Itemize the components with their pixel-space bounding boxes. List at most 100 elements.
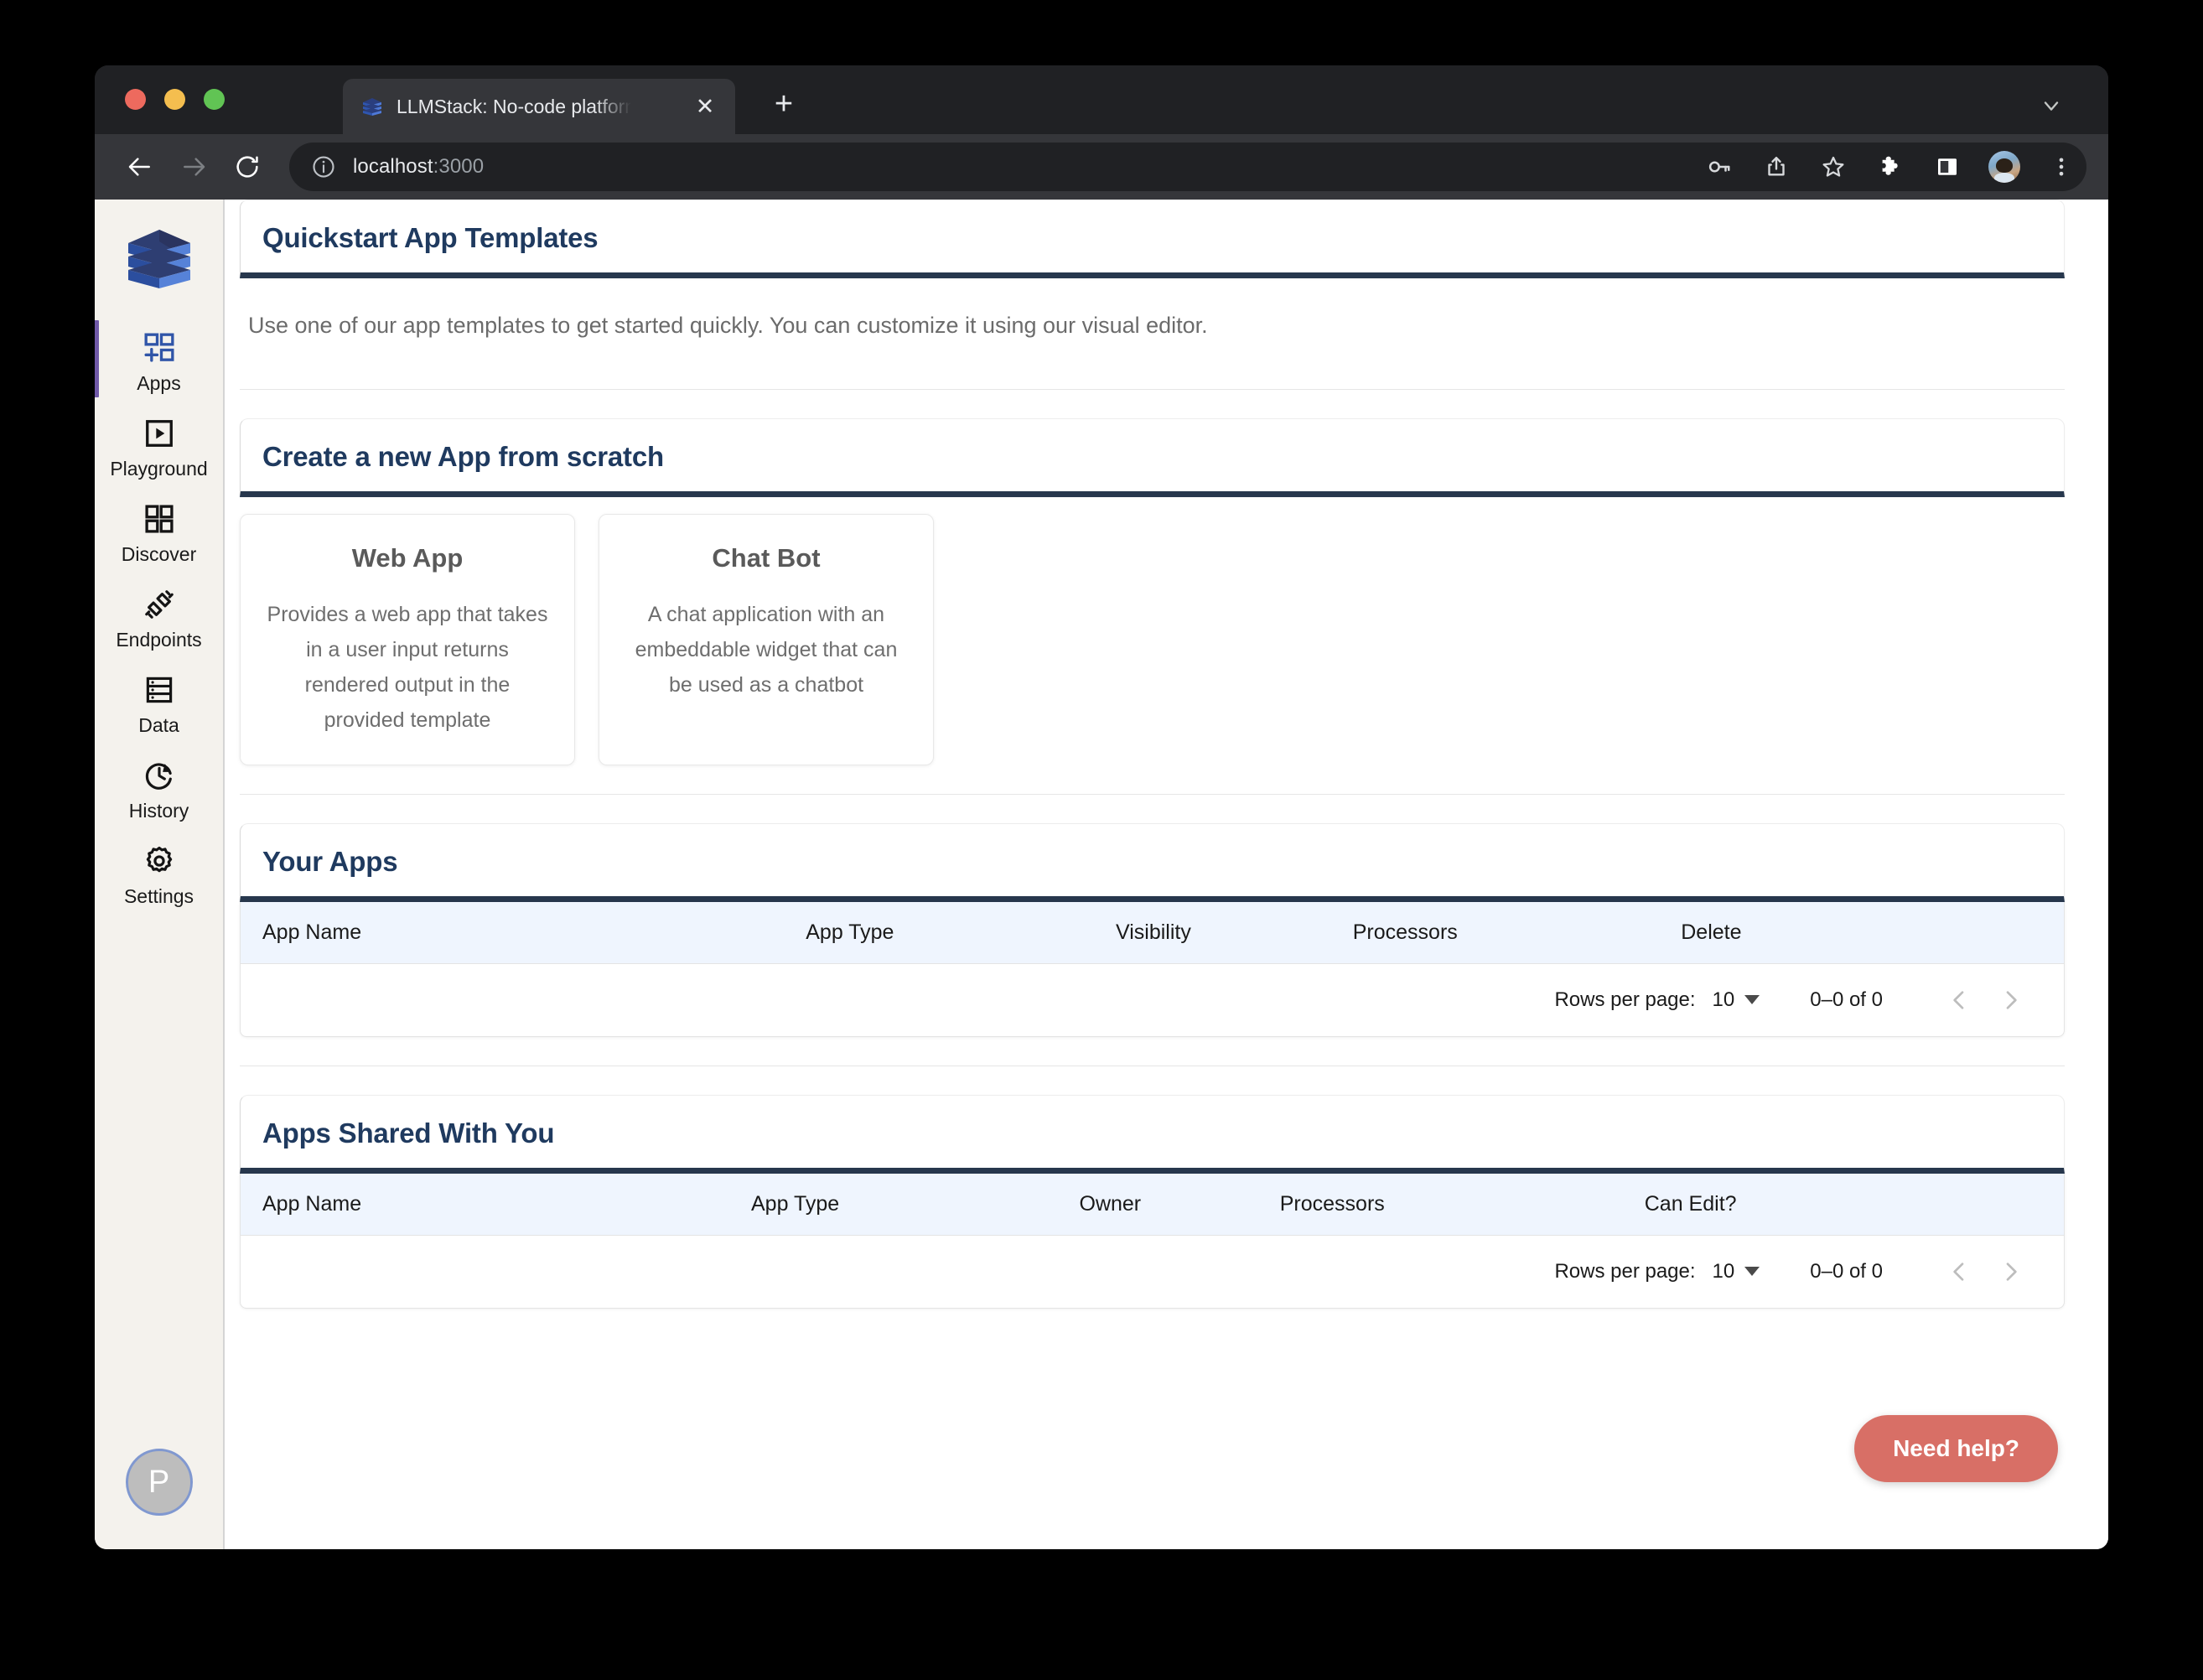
column-header-processors[interactable]: Processors: [1280, 1174, 1645, 1236]
forward-arrow-icon: [170, 143, 217, 190]
more-menu-icon[interactable]: [2038, 143, 2085, 190]
column-header-owner[interactable]: Owner: [1080, 1174, 1280, 1236]
bookmark-star-icon[interactable]: [1810, 143, 1857, 190]
share-icon[interactable]: [1753, 143, 1800, 190]
llmstack-logo-icon: [361, 96, 383, 117]
column-header-app-name[interactable]: App Name: [241, 902, 806, 964]
page-viewport: Apps Playground: [95, 200, 2108, 1549]
new-tab-button[interactable]: +: [765, 86, 802, 122]
grid-four-icon: [141, 500, 178, 537]
shared-apps-table: App Name App Type Owner Processors Can E…: [240, 1174, 2065, 1309]
column-header-can-edit[interactable]: Can Edit?: [1645, 1174, 2064, 1236]
profile-avatar[interactable]: [1981, 143, 2028, 190]
plug-connect-icon: [141, 586, 178, 623]
minimize-window-button[interactable]: [164, 89, 185, 110]
database-rows-icon: [141, 671, 178, 708]
your-apps-table: App Name App Type Visibility Processors …: [240, 902, 2065, 1037]
card-description: A chat application with an embeddable wi…: [623, 597, 910, 703]
window-traffic-lights: [125, 89, 225, 110]
pagination-your-apps: Rows per page: 10 0–0 of 0: [241, 964, 2064, 1036]
sidebar-item-settings[interactable]: Settings: [95, 832, 223, 917]
sidebar-item-apps[interactable]: Apps: [95, 319, 223, 404]
rows-per-page-label: Rows per page:: [1554, 1260, 1695, 1283]
column-header-processors[interactable]: Processors: [1353, 902, 1682, 964]
card-title: Chat Bot: [623, 543, 910, 573]
chevron-right-icon[interactable]: [1992, 981, 2030, 1019]
table-header-row: App Name App Type Visibility Processors …: [241, 902, 2064, 964]
rows-per-page-value: 10: [1713, 1260, 1735, 1283]
column-header-app-name[interactable]: App Name: [241, 1174, 751, 1236]
page-title: Quickstart App Templates: [262, 222, 2064, 254]
card-description: Provides a web app that takes in a user …: [264, 597, 551, 738]
sidebar-item-label: Playground: [110, 459, 207, 479]
browser-tab[interactable]: LLMStack: No-code platform to ✕: [343, 79, 735, 134]
clock-history-icon: [141, 757, 178, 794]
empty-cell: Rows per page: 10 0–0 of 0: [241, 1235, 2064, 1308]
sidebar-nav: Apps Playground: [95, 319, 223, 917]
maximize-window-button[interactable]: [204, 89, 225, 110]
sidebar-item-label: Endpoints: [116, 630, 201, 650]
your-apps-section-header: Your Apps: [240, 823, 2065, 902]
app-template-card-web-app[interactable]: Web App Provides a web app that takes in…: [240, 514, 575, 765]
sidebar-item-label: Discover: [122, 545, 196, 564]
shared-apps-section-header: Apps Shared With You: [240, 1095, 2065, 1174]
need-help-button[interactable]: Need help?: [1854, 1415, 2058, 1482]
rows-per-page-select[interactable]: 10: [1713, 988, 1760, 1012]
card-title: Web App: [264, 543, 551, 573]
rows-per-page-value: 10: [1713, 988, 1735, 1012]
chevron-down-icon[interactable]: [2035, 89, 2068, 122]
play-square-icon: [141, 415, 178, 452]
rows-per-page-label: Rows per page:: [1554, 988, 1695, 1012]
rows-per-page-select[interactable]: 10: [1713, 1260, 1760, 1283]
toolbar-actions: [1691, 134, 2090, 200]
browser-toolbar: localhost:3000: [95, 134, 2108, 200]
url-text: localhost:3000: [353, 155, 484, 179]
table-row-empty: Rows per page: 10 0–0 of 0: [241, 963, 2064, 1036]
app-sidebar: Apps Playground: [95, 200, 225, 1549]
empty-cell: Rows per page: 10 0–0 of 0: [241, 963, 2064, 1036]
side-panel-icon[interactable]: [1924, 143, 1971, 190]
chevron-right-icon[interactable]: [1992, 1252, 2030, 1291]
scratch-card-list: Web App Provides a web app that takes in…: [240, 497, 2065, 765]
avatar[interactable]: P: [126, 1449, 193, 1516]
main-content: Quickstart App Templates Use one of our …: [225, 200, 2108, 1549]
pagination-range: 0–0 of 0: [1810, 988, 1883, 1012]
extensions-puzzle-icon[interactable]: [1867, 143, 1914, 190]
app-template-card-chat-bot[interactable]: Chat Bot A chat application with an embe…: [599, 514, 934, 765]
column-header-visibility[interactable]: Visibility: [1116, 902, 1353, 964]
url-host: localhost: [353, 155, 433, 178]
info-circle-icon[interactable]: [311, 154, 336, 179]
column-header-delete[interactable]: Delete: [1681, 902, 2064, 964]
column-header-app-type[interactable]: App Type: [806, 902, 1116, 964]
back-arrow-icon[interactable]: [117, 143, 163, 190]
sidebar-item-history[interactable]: History: [95, 746, 223, 832]
sidebar-item-playground[interactable]: Playground: [95, 404, 223, 490]
browser-window: LLMStack: No-code platform to ✕ +: [95, 65, 2108, 1549]
gear-icon: [141, 843, 178, 879]
close-window-button[interactable]: [125, 89, 146, 110]
table-header-row: App Name App Type Owner Processors Can E…: [241, 1174, 2064, 1236]
tab-title: LLMStack: No-code platform to: [397, 96, 631, 118]
table-row-empty: Rows per page: 10 0–0 of 0: [241, 1235, 2064, 1308]
reload-icon[interactable]: [224, 143, 271, 190]
sidebar-item-label: Data: [138, 716, 179, 735]
pagination-shared-apps: Rows per page: 10 0–0 of 0: [241, 1236, 2064, 1308]
chevron-down-icon: [1744, 1267, 1760, 1276]
quickstart-section-header: Quickstart App Templates: [240, 200, 2065, 278]
tab-strip: LLMStack: No-code platform to ✕ +: [95, 65, 2108, 134]
pagination-range: 0–0 of 0: [1810, 1260, 1883, 1283]
section-title: Apps Shared With You: [262, 1117, 2064, 1149]
url-port: :3000: [433, 155, 485, 178]
chevron-down-icon: [1744, 995, 1760, 1004]
sidebar-item-endpoints[interactable]: Endpoints: [95, 575, 223, 661]
column-header-app-type[interactable]: App Type: [751, 1174, 1080, 1236]
sidebar-item-discover[interactable]: Discover: [95, 490, 223, 575]
chevron-left-icon[interactable]: [1940, 981, 1978, 1019]
llmstack-logo[interactable]: [122, 220, 197, 295]
sidebar-item-label: Apps: [137, 374, 180, 393]
password-key-icon[interactable]: [1696, 143, 1743, 190]
sidebar-item-data[interactable]: Data: [95, 661, 223, 746]
close-icon[interactable]: ✕: [693, 95, 717, 118]
chevron-left-icon[interactable]: [1940, 1252, 1978, 1291]
quickstart-description: Use one of our app templates to get star…: [240, 278, 2065, 342]
